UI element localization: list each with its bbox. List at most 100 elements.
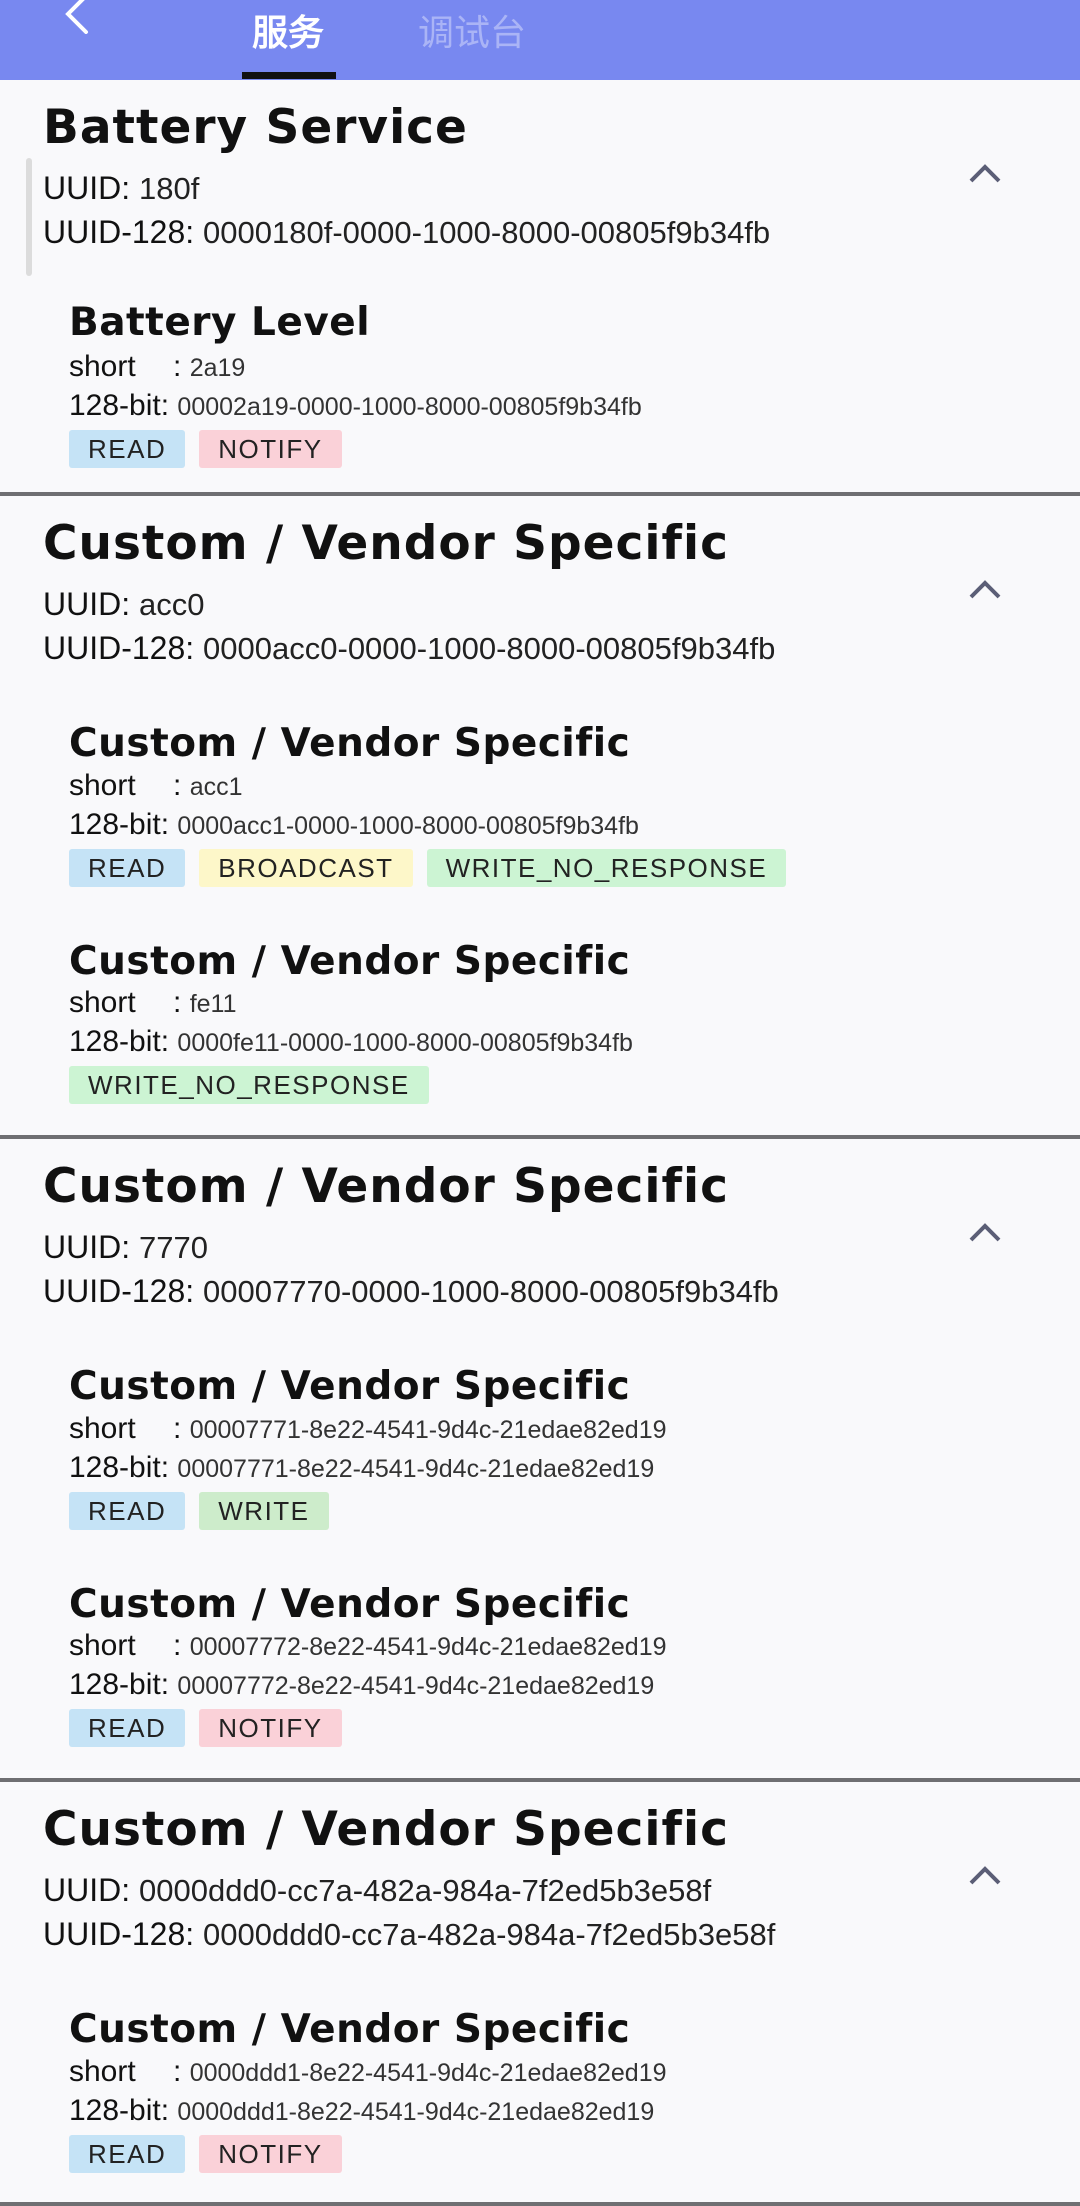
uuid128-label: UUID-128: [43,1273,195,1309]
short-label: short [69,986,136,1019]
uuid-value: 7770 [139,1230,208,1265]
short-value: 00007771-8e22-4541-9d4c-21edae82ed19 [189,1416,667,1444]
characteristic-short: short: 00007771-8e22-4541-9d4c-21edae82e… [69,1412,667,1446]
chip-read[interactable]: READ [69,430,186,468]
characteristic-short: short: 0000ddd1-8e22-4541-9d4c-21edae82e… [69,2055,667,2089]
short-value: 0000ddd1-8e22-4541-9d4c-21edae82ed19 [189,2059,667,2087]
service-uuid: UUID: 0000ddd0-cc7a-482a-984a-7f2ed5b3e5… [43,1872,711,1909]
service-card[interactable]: Custom / Vendor Specific UUID: 7770 UUID… [0,1139,1080,1782]
back-arrow-icon[interactable] [58,0,98,34]
uuid-label: UUID: [43,1872,131,1908]
chip-notify[interactable]: NOTIFY [199,1709,342,1747]
characteristic-title: Custom / Vendor Specific [69,2007,631,2052]
uuid128-label: UUID-128: [43,1916,195,1952]
bit128-label: 128-bit: [69,1025,170,1058]
service-uuid128: UUID-128: 0000ddd0-cc7a-482a-984a-7f2ed5… [43,1916,775,1953]
chip-write-no-response[interactable]: WRITE_NO_RESPONSE [426,849,787,887]
uuid128-label: UUID-128: [43,214,195,250]
active-tab-indicator [242,72,336,79]
service-title: Battery Service [43,100,468,155]
characteristic-short: short: 2a19 [69,350,245,384]
uuid-value: 0000ddd0-cc7a-482a-984a-7f2ed5b3e58f [139,1873,712,1908]
short-label: short [69,350,136,383]
characteristic-128bit: 128-bit: 00002a19-0000-1000-8000-00805f9… [69,389,642,423]
characteristic-128bit: 128-bit: 0000fe11-0000-1000-8000-00805f9… [69,1025,633,1059]
chip-notify[interactable]: NOTIFY [199,2135,342,2173]
colon-label: : [173,350,182,383]
property-chips: READ WRITE [69,1492,329,1530]
bit128-value: 0000acc1-0000-1000-8000-00805f9b34fb [177,812,639,840]
characteristic-title: Custom / Vendor Specific [69,1364,631,1409]
uuid128-value: 0000acc0-0000-1000-8000-00805f9b34fb [203,631,776,666]
colon-label: : [173,1412,182,1445]
characteristic-short: short: fe11 [69,986,237,1020]
uuid-value: 180f [139,171,200,206]
colon-label: : [173,769,182,802]
property-chips: READ BROADCAST WRITE_NO_RESPONSE [69,849,787,887]
bit128-label: 128-bit: [69,1668,170,1701]
chevron-up-icon[interactable] [968,162,1002,184]
services-list: Battery Service UUID: 180f UUID-128: 000… [0,80,1080,2206]
property-chips: WRITE_NO_RESPONSE [69,1066,429,1104]
chip-broadcast[interactable]: BROADCAST [199,849,413,887]
service-uuid128: UUID-128: 00007770-0000-1000-8000-00805f… [43,1273,779,1310]
bit128-value: 0000fe11-0000-1000-8000-00805f9b34fb [177,1029,633,1057]
bit128-label: 128-bit: [69,389,170,422]
uuid-label: UUID: [43,586,131,622]
short-label: short [69,1629,136,1662]
characteristic-128bit: 128-bit: 0000acc1-0000-1000-8000-00805f9… [69,808,639,842]
chip-read[interactable]: READ [69,1492,186,1530]
chip-write[interactable]: WRITE [199,1492,329,1530]
service-card[interactable]: Battery Service UUID: 180f UUID-128: 000… [0,80,1080,496]
chip-write-no-response[interactable]: WRITE_NO_RESPONSE [69,1066,429,1104]
short-value: 00007772-8e22-4541-9d4c-21edae82ed19 [189,1633,667,1661]
service-uuid128: UUID-128: 0000acc0-0000-1000-8000-00805f… [43,630,775,667]
characteristic-short: short: 00007772-8e22-4541-9d4c-21edae82e… [69,1629,667,1663]
service-title: Custom / Vendor Specific [43,1159,729,1214]
short-label: short [69,2055,136,2088]
tab-console[interactable]: 调试台 [418,6,526,62]
tab-services[interactable]: 服务 [252,6,324,62]
short-value: fe11 [189,990,237,1018]
characteristic-128bit: 128-bit: 00007771-8e22-4541-9d4c-21edae8… [69,1451,654,1485]
service-card[interactable]: Custom / Vendor Specific UUID: 0000ddd0-… [0,1782,1080,2206]
service-title: Custom / Vendor Specific [43,1802,729,1857]
chip-notify[interactable]: NOTIFY [199,430,342,468]
characteristic-128bit: 128-bit: 00007772-8e22-4541-9d4c-21edae8… [69,1668,654,1702]
service-uuid: UUID: acc0 [43,586,204,623]
short-value: acc1 [189,773,243,801]
colon-label: : [173,1629,182,1662]
bit128-value: 00007771-8e22-4541-9d4c-21edae82ed19 [177,1455,655,1483]
property-chips: READ NOTIFY [69,430,342,468]
chip-read[interactable]: READ [69,849,186,887]
service-uuid: UUID: 7770 [43,1229,208,1266]
uuid128-value: 00007770-0000-1000-8000-00805f9b34fb [203,1274,779,1309]
property-chips: READ NOTIFY [69,2135,342,2173]
property-chips: READ NOTIFY [69,1709,342,1747]
chevron-up-icon[interactable] [968,1221,1002,1243]
bit128-value: 0000ddd1-8e22-4541-9d4c-21edae82ed19 [177,2098,655,2126]
chip-read[interactable]: READ [69,2135,186,2173]
characteristic-128bit: 128-bit: 0000ddd1-8e22-4541-9d4c-21edae8… [69,2094,654,2128]
uuid-label: UUID: [43,170,131,206]
short-label: short [69,769,136,802]
chevron-up-icon[interactable] [968,1864,1002,1886]
service-uuid: UUID: 180f [43,170,199,207]
top-app-bar: 服务 调试台 [0,0,1080,80]
chip-read[interactable]: READ [69,1709,186,1747]
bit128-value: 00002a19-0000-1000-8000-00805f9b34fb [177,393,642,421]
chevron-up-icon[interactable] [968,578,1002,600]
bit128-label: 128-bit: [69,1451,170,1484]
uuid128-label: UUID-128: [43,630,195,666]
colon-label: : [173,986,182,1019]
service-uuid128: UUID-128: 0000180f-0000-1000-8000-00805f… [43,214,770,251]
characteristic-title: Battery Level [69,300,371,345]
uuid128-value: 0000180f-0000-1000-8000-00805f9b34fb [203,215,771,250]
characteristic-short: short: acc1 [69,769,243,803]
bit128-value: 00007772-8e22-4541-9d4c-21edae82ed19 [177,1672,655,1700]
service-title: Custom / Vendor Specific [43,516,729,571]
bit128-label: 128-bit: [69,2094,170,2127]
accent-bar [26,158,32,276]
colon-label: : [173,2055,182,2088]
service-card[interactable]: Custom / Vendor Specific UUID: acc0 UUID… [0,496,1080,1139]
